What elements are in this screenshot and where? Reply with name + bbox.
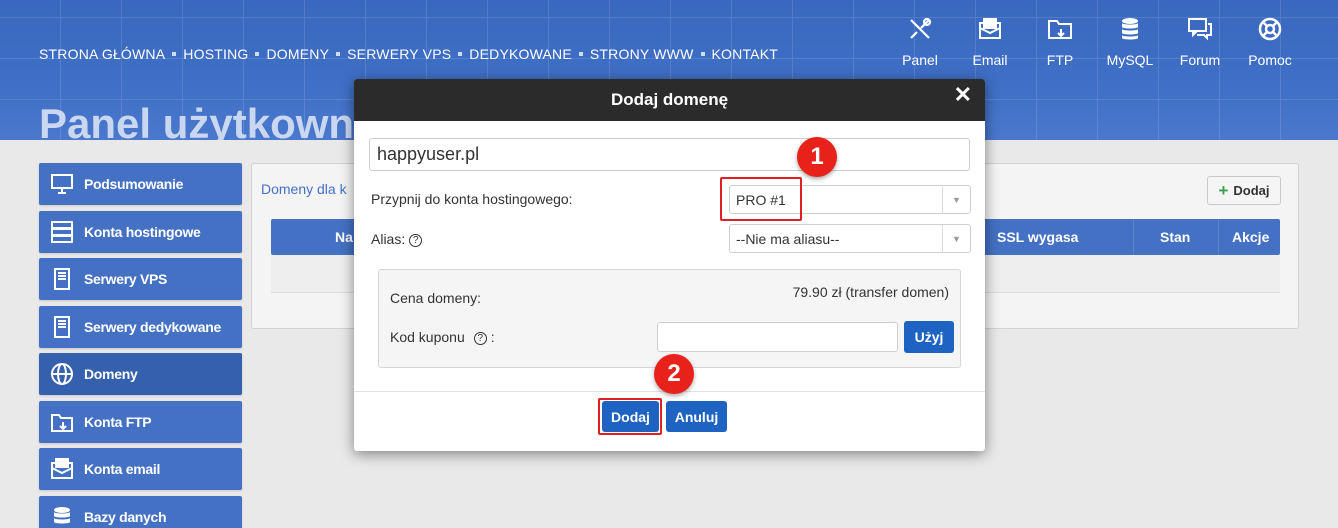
sidebar-item-label: Konta hostingowe xyxy=(84,223,201,240)
sidebar: Podsumowanie Konta hostingowe Serwery VP… xyxy=(39,163,242,528)
nav-separator xyxy=(255,52,260,56)
nav-hosting[interactable]: HOSTING xyxy=(183,46,248,62)
sidebar-item-label: Domeny xyxy=(84,366,138,382)
www-globe-icon xyxy=(49,361,75,387)
nav-separator xyxy=(458,52,463,56)
nav-separator xyxy=(700,52,705,56)
coupon-label: Kod kuponu?: xyxy=(390,329,495,345)
nav-vps[interactable]: SERWERY VPS xyxy=(347,46,451,62)
nav-dedicated[interactable]: DEDYKOWANE xyxy=(469,46,572,62)
tool-ftp[interactable]: FTP xyxy=(1025,14,1095,68)
page-title: Panel użytkown xyxy=(39,100,355,140)
sidebar-item-domains[interactable]: Domeny xyxy=(39,353,242,395)
domain-name-input[interactable] xyxy=(369,138,970,171)
sidebar-item-label: Serwery dedykowane xyxy=(84,318,221,335)
sidebar-item-hosting-accounts[interactable]: Konta hostingowe xyxy=(39,210,242,253)
lifebuoy-icon xyxy=(1235,14,1305,44)
price-label: Cena domeny: xyxy=(390,290,482,306)
coupon-label-colon: : xyxy=(490,329,495,345)
help-icon[interactable]: ? xyxy=(473,332,487,345)
sidebar-item-label: Konta FTP xyxy=(84,413,152,430)
email-icon xyxy=(955,14,1025,44)
chevron-down-icon: ▼ xyxy=(942,225,970,252)
sidebar-item-ftp[interactable]: Konta FTP xyxy=(39,400,242,443)
tool-help-label: Pomoc xyxy=(1248,52,1292,68)
nav-home[interactable]: STRONA GŁÓWNA xyxy=(39,46,165,62)
modal-header: Dodaj domenę ✕ xyxy=(354,79,985,121)
hosting-account-label: Przypnij do konta hostingowego: xyxy=(371,191,573,207)
alias-value: --Nie ma aliasu-- xyxy=(736,230,840,247)
price-value: 79.90 zł (transfer domen) xyxy=(792,284,949,300)
database-icon xyxy=(1095,14,1165,44)
server-rack-icon xyxy=(49,219,75,245)
add-domain-button[interactable]: + Dodaj xyxy=(1207,176,1281,205)
forum-icon xyxy=(1165,14,1235,44)
tool-panel[interactable]: Panel xyxy=(885,14,955,68)
server-tower-icon xyxy=(49,266,75,292)
confirm-add-button[interactable]: Dodaj xyxy=(602,401,659,432)
sidebar-item-label: Podsumowanie xyxy=(84,176,184,192)
tool-panel-label: Panel xyxy=(902,52,938,68)
alias-select[interactable]: --Nie ma aliasu-- ▼ xyxy=(729,224,971,253)
column-name[interactable]: Na xyxy=(335,229,353,245)
sidebar-item-label: Konta email xyxy=(84,461,161,477)
sidebar-item-email[interactable]: Konta email xyxy=(39,448,242,490)
chevron-down-icon: ▼ xyxy=(942,186,970,213)
alias-label-text: Alias: xyxy=(371,231,406,247)
nav-separator xyxy=(578,52,583,56)
price-box: Cena domeny: 79.90 zł (transfer domen) K… xyxy=(378,269,961,368)
sidebar-item-label: Bazy danych xyxy=(84,508,167,525)
monitor-icon xyxy=(49,171,75,197)
modal-footer: Dodaj Anuluj xyxy=(354,391,985,451)
column-divider xyxy=(1218,219,1219,255)
sidebar-item-dedicated[interactable]: Serwery dedykowane xyxy=(39,305,242,348)
add-domain-label: Dodaj xyxy=(1233,183,1270,198)
tool-mysql[interactable]: MySQL xyxy=(1095,14,1165,68)
server-tower-icon xyxy=(49,314,75,340)
nav-separator xyxy=(336,52,341,56)
ftp-folder-icon xyxy=(49,409,75,435)
tool-help[interactable]: Pomoc xyxy=(1235,14,1305,68)
email-icon xyxy=(49,456,75,482)
nav-websites[interactable]: STRONY WWW xyxy=(590,46,694,62)
sidebar-item-databases[interactable]: Bazy danych xyxy=(39,495,242,528)
column-actions: Akcje xyxy=(1232,229,1270,245)
coupon-label-text: Kod kuponu xyxy=(390,329,465,345)
sidebar-item-summary[interactable]: Podsumowanie xyxy=(39,163,242,205)
nav-contact[interactable]: KONTAKT xyxy=(712,46,778,62)
tool-forum-label: Forum xyxy=(1179,52,1221,68)
column-status[interactable]: Stan xyxy=(1160,229,1190,245)
step-badge-1: 1 xyxy=(797,137,837,177)
panel-title: Domeny dla k xyxy=(261,181,347,197)
tool-email-label: Email xyxy=(972,52,1008,68)
step-badge-2: 2 xyxy=(654,354,694,394)
top-navigation: STRONA GŁÓWNA HOSTING DOMENY SERWERY VPS… xyxy=(39,46,778,62)
modal-title: Dodaj domenę xyxy=(610,90,729,109)
highlight-box-step1 xyxy=(720,177,802,221)
add-domain-modal: Dodaj domenę ✕ Przypnij do konta hosting… xyxy=(354,79,985,451)
tool-forum[interactable]: Forum xyxy=(1165,14,1235,68)
nav-separator xyxy=(172,52,177,56)
close-icon[interactable]: ✕ xyxy=(954,82,972,108)
tools-icon xyxy=(885,14,955,44)
tool-email[interactable]: Email xyxy=(955,14,1025,68)
tool-ftp-label: FTP xyxy=(1046,52,1074,68)
sidebar-item-vps[interactable]: Serwery VPS xyxy=(39,258,242,300)
column-divider xyxy=(1133,219,1134,255)
sidebar-item-label: Serwery VPS xyxy=(84,271,168,287)
column-ssl-expires[interactable]: SSL wygasa xyxy=(997,229,1078,245)
nav-domains[interactable]: DOMENY xyxy=(266,46,329,62)
plus-icon: + xyxy=(1218,180,1229,200)
help-icon[interactable]: ? xyxy=(409,234,423,247)
alias-label: Alias:? xyxy=(371,231,423,247)
coupon-code-input[interactable] xyxy=(657,322,898,352)
apply-coupon-button[interactable]: Użyj xyxy=(904,321,954,353)
database-icon xyxy=(49,504,75,528)
ftp-folder-icon xyxy=(1025,14,1095,44)
tool-mysql-label: MySQL xyxy=(1106,52,1154,68)
cancel-button[interactable]: Anuluj xyxy=(666,401,727,432)
quick-tools: Panel Email FTP MySQL Forum Pomoc xyxy=(885,14,1305,68)
